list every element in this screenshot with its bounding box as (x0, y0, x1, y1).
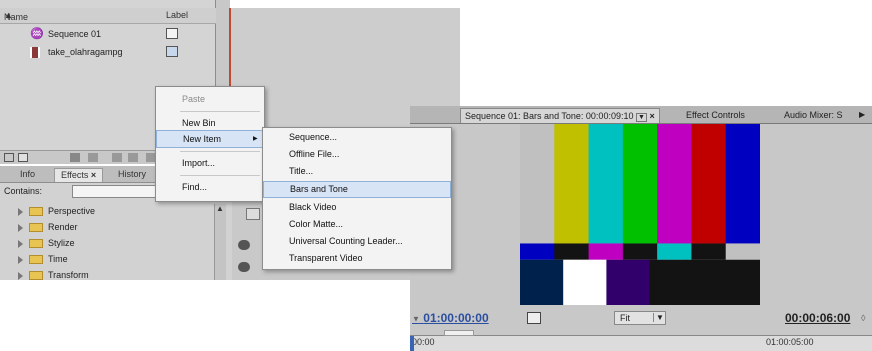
tab-audio-mixer[interactable]: Audio Mixer: S (780, 108, 860, 123)
expand-triangle-icon[interactable] (18, 255, 23, 264)
eye-icon[interactable] (238, 262, 250, 272)
color-bar (691, 124, 727, 244)
new-item-icon[interactable] (128, 153, 138, 162)
dropdown-arrow-icon[interactable]: ▼ (653, 313, 664, 322)
menu-item-new-item[interactable]: New Item ▶ (156, 130, 264, 148)
label-swatch[interactable] (166, 28, 178, 39)
automate-icon[interactable] (70, 153, 80, 162)
color-bar-bottom (723, 259, 760, 305)
color-bar (622, 124, 658, 244)
color-bar-bottom (686, 259, 724, 305)
expand-triangle-icon[interactable] (18, 239, 23, 248)
new-item-submenu: Sequence... Offline File... Title... Bar… (262, 127, 452, 270)
color-bar (554, 124, 590, 244)
submenu-item-black-video[interactable]: Black Video (263, 199, 451, 216)
color-bars-video-frame (520, 124, 760, 305)
tab-menu-icon[interactable]: ▼ (635, 113, 647, 122)
name-column-header[interactable]: Name ▲ (4, 10, 28, 22)
color-bar (657, 124, 692, 244)
zoom-select[interactable]: Fit ▼ (614, 311, 666, 325)
snap-icon[interactable] (246, 208, 260, 220)
safe-margins-icon[interactable] (527, 312, 541, 324)
submenu-item-transparent-video[interactable]: Transparent Video (263, 250, 451, 267)
eye-icon[interactable] (238, 240, 250, 250)
playhead-marker[interactable] (410, 336, 414, 351)
color-bar (725, 124, 760, 244)
color-bar-mid (657, 243, 692, 260)
folder-icon (29, 223, 43, 233)
marker-icon: ▼ (412, 314, 420, 324)
color-bar-mid (554, 243, 590, 260)
zoom-scrollbar[interactable] (444, 330, 474, 336)
new-bin-icon[interactable] (112, 153, 122, 162)
expand-triangle-icon[interactable] (18, 271, 23, 280)
close-tab-icon[interactable]: × (91, 170, 96, 180)
color-bar-mid (691, 243, 727, 260)
menu-item-paste[interactable]: Paste (156, 89, 264, 109)
effects-folder[interactable]: Perspective (18, 206, 95, 221)
color-bar-bottom (606, 259, 651, 305)
label-column-header[interactable]: Label (166, 10, 188, 20)
color-bar (520, 124, 555, 244)
tab-info[interactable]: Info (14, 168, 41, 182)
project-item-clip[interactable]: take_olahragampg (0, 44, 216, 61)
effects-folder[interactable]: Render (18, 222, 78, 237)
submenu-arrow-icon: ▶ (253, 136, 258, 142)
project-column-header: Name ▲ Label (0, 8, 216, 24)
color-bar (588, 124, 624, 244)
project-item-sequence[interactable]: ♒ Sequence 01 (0, 26, 216, 43)
effects-scrollbar[interactable]: ▲ (214, 204, 226, 280)
menu-separator (180, 111, 260, 112)
folder-icon (29, 271, 43, 280)
ruler-end-label: 01:00:05:00 (766, 337, 814, 347)
scroll-up-icon[interactable]: ▲ (216, 204, 224, 213)
submenu-item-counting-leader[interactable]: Universal Counting Leader... (263, 233, 451, 250)
effects-folder[interactable]: Transform (18, 270, 89, 280)
menu-separator (180, 151, 260, 152)
effects-folder[interactable]: Time (18, 254, 68, 269)
panel-menu-icon[interactable]: ▶ (859, 110, 865, 119)
sequence-icon: ♒ (30, 28, 44, 40)
effects-search-input[interactable] (72, 185, 156, 198)
expand-triangle-icon[interactable] (18, 223, 23, 232)
tab-effect-controls[interactable]: Effect Controls (682, 108, 749, 123)
tab-effects[interactable]: Effects × (54, 168, 104, 182)
submenu-item-color-matte[interactable]: Color Matte... (263, 216, 451, 233)
folder-icon (29, 239, 43, 249)
tab-sequence[interactable]: Sequence 01: Bars and Tone: 00:00:09:10 … (460, 108, 660, 123)
color-bar-bottom (520, 259, 564, 305)
menu-item-import[interactable]: Import... (156, 153, 264, 173)
icon-view-icon[interactable] (18, 153, 28, 162)
color-bar-mid (520, 243, 555, 260)
ruler-start-label: 00:00 (412, 337, 435, 347)
color-bar-mid (622, 243, 658, 260)
duration-timecode[interactable]: 00:00:06:00 (785, 311, 850, 325)
folder-icon (29, 255, 43, 265)
monitor-tabbar: Sequence 01: Bars and Tone: 00:00:09:10 … (410, 106, 872, 124)
scroll-right-icon[interactable]: ◊ (861, 313, 865, 323)
submenu-item-sequence[interactable]: Sequence... (263, 129, 451, 146)
effects-folder[interactable]: Stylize (18, 238, 75, 253)
folder-icon (29, 207, 43, 217)
time-ruler[interactable]: 00:00 01:00:05:00 (410, 335, 872, 351)
color-bar-bottom (563, 259, 607, 305)
contains-label: Contains: (4, 186, 43, 196)
color-bar-mid (725, 243, 760, 260)
list-view-icon[interactable] (4, 153, 14, 162)
submenu-item-title[interactable]: Title... (263, 163, 451, 180)
color-bar-mid (588, 243, 624, 260)
find-icon[interactable] (88, 153, 98, 162)
submenu-item-offline-file[interactable]: Offline File... (263, 146, 451, 163)
color-bar-bottom (649, 259, 687, 305)
expand-triangle-icon[interactable] (18, 207, 23, 216)
menu-item-find[interactable]: Find... (156, 177, 264, 197)
context-menu: Paste New Bin New Item ▶ Import... Find.… (155, 86, 265, 202)
menu-separator (180, 175, 260, 176)
film-icon (30, 47, 40, 58)
label-swatch[interactable] (166, 46, 178, 57)
current-timecode[interactable]: ▼ 01:00:00:00 (412, 311, 489, 325)
tab-history[interactable]: History (112, 168, 152, 182)
close-tab-icon[interactable]: × (649, 111, 654, 121)
submenu-item-bars-and-tone[interactable]: Bars and Tone (263, 181, 451, 198)
